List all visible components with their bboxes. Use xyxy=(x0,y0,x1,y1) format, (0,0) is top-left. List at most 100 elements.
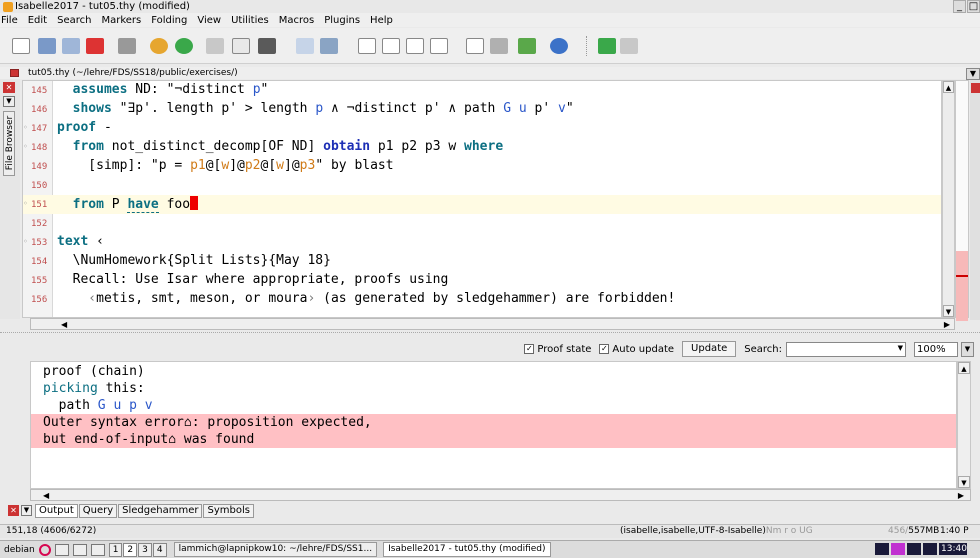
error-tick-marker[interactable] xyxy=(956,275,968,277)
menu-search[interactable]: Search xyxy=(57,15,91,26)
new-window-icon[interactable] xyxy=(358,38,376,54)
tab-output[interactable]: Output xyxy=(35,503,78,518)
close-dock-icon[interactable] xyxy=(971,83,980,93)
find-icon[interactable] xyxy=(296,38,314,54)
print-icon[interactable] xyxy=(118,38,136,54)
output-vertical-scrollbar[interactable]: ▲ ▼ xyxy=(957,361,971,489)
line-number: 150 xyxy=(31,181,48,191)
scroll-down-icon[interactable]: ▼ xyxy=(943,305,954,317)
scroll-right-icon[interactable]: ▶ xyxy=(958,491,964,500)
line-number: 145 xyxy=(31,86,48,96)
menu-view[interactable]: View xyxy=(197,15,221,26)
tray-battery-icon[interactable] xyxy=(923,543,937,555)
close-dock-icon[interactable]: ✕ xyxy=(8,505,19,516)
code-text: shows "∃p'. length p' > length p ∧ ¬dist… xyxy=(72,101,574,116)
help-icon[interactable] xyxy=(550,38,568,54)
paste-icon[interactable] xyxy=(258,38,276,54)
buffer-tab[interactable]: tut05.thy (~/lehre/FDS/SS18/public/exerc… xyxy=(0,67,970,79)
error-overview-ruler[interactable] xyxy=(955,80,969,321)
menu-help[interactable]: Help xyxy=(370,15,393,26)
workspace-3[interactable]: 3 xyxy=(138,542,152,557)
scroll-left-icon[interactable]: ◀ xyxy=(61,320,67,329)
editor-vertical-scrollbar[interactable]: ▲ ▼ xyxy=(942,80,955,318)
terminal-icon[interactable] xyxy=(72,543,87,556)
find-replace-icon[interactable] xyxy=(320,38,338,54)
pane-splitter[interactable] xyxy=(0,332,980,336)
menu-markers[interactable]: Markers xyxy=(101,15,141,26)
menu-plugins[interactable]: Plugins xyxy=(324,15,360,26)
output-panel[interactable]: proof (chain) picking this: path G u p v… xyxy=(30,361,957,489)
auto-update-checkbox[interactable]: ✓ Auto update xyxy=(599,344,674,355)
tray-network-icon[interactable] xyxy=(875,543,889,555)
reload-icon[interactable] xyxy=(62,38,80,54)
close-dock-icon[interactable]: ✕ xyxy=(3,82,15,93)
tab-query[interactable]: Query xyxy=(78,503,118,518)
window-title: Isabelle2017 - tut05.thy (modified) xyxy=(15,1,190,12)
menu-folding[interactable]: Folding xyxy=(151,15,187,26)
line-number: 153 xyxy=(23,237,53,248)
error-region-marker xyxy=(956,251,968,321)
debian-menu-label[interactable]: debian xyxy=(0,545,35,555)
taskbar-terminal-window[interactable]: lammich@lapnipkow10: ~/lehre/FDS/SS1... xyxy=(173,542,378,557)
new-file-icon[interactable] xyxy=(12,38,30,54)
output-line: proof (chain) xyxy=(43,364,145,379)
file-browser-tab[interactable]: File Browser xyxy=(3,111,15,176)
tab-sledgehammer[interactable]: Sledgehammer xyxy=(118,503,203,518)
maximize-button[interactable]: □ xyxy=(967,0,980,13)
proof-state-checkbox[interactable]: ✓ Proof state xyxy=(524,344,591,355)
scroll-right-icon[interactable]: ▶ xyxy=(944,320,950,329)
forward-icon[interactable] xyxy=(620,38,638,54)
desktop-icon[interactable] xyxy=(54,543,69,556)
zoom-field[interactable]: 100% xyxy=(914,341,958,357)
update-button[interactable]: Update xyxy=(682,341,737,357)
workspace-4[interactable]: 4 xyxy=(152,542,167,557)
tools-icon[interactable] xyxy=(490,38,508,54)
menu-macros[interactable]: Macros xyxy=(279,15,314,26)
undo-icon[interactable] xyxy=(150,38,168,54)
plugin-icon[interactable] xyxy=(518,38,536,54)
window-titlebar: Isabelle2017 - tut05.thy (modified) _ □ xyxy=(0,0,980,13)
fullscreen-icon[interactable] xyxy=(466,38,484,54)
scroll-left-icon[interactable]: ◀ xyxy=(43,491,49,500)
output-horizontal-scrollbar[interactable]: ◀ ▶ xyxy=(30,489,971,501)
tray-volume-icon[interactable] xyxy=(907,543,921,555)
unsplit-icon[interactable] xyxy=(430,38,448,54)
split-horizontal-icon[interactable] xyxy=(382,38,400,54)
close-file-icon[interactable] xyxy=(86,38,104,54)
file-icon xyxy=(10,69,19,77)
scroll-up-icon[interactable]: ▲ xyxy=(943,81,954,93)
minimize-button[interactable]: _ xyxy=(953,0,966,13)
back-icon[interactable] xyxy=(598,38,616,54)
zoom-dropdown[interactable]: ▼ xyxy=(961,341,974,357)
menu-edit[interactable]: Edit xyxy=(28,15,47,26)
scroll-up-icon[interactable]: ▲ xyxy=(958,362,970,374)
checkmark-icon: ✓ xyxy=(524,344,535,354)
scroll-down-icon[interactable]: ▼ xyxy=(958,476,970,488)
debian-swirl-icon[interactable] xyxy=(38,543,51,556)
text-editor[interactable]: 145 assumes ND: "¬distinct p" 146 shows … xyxy=(22,80,942,318)
caret-position[interactable]: 151,18 (4606/6272) xyxy=(6,526,96,536)
system-tray: 13:40 xyxy=(875,543,969,555)
workspace-1[interactable]: 1 xyxy=(108,542,123,557)
dock-menu-icon[interactable]: ▼ xyxy=(21,505,32,516)
menu-file[interactable]: File xyxy=(1,15,18,26)
split-vertical-icon[interactable] xyxy=(406,38,424,54)
taskbar-isabelle-window[interactable]: Isabelle2017 - tut05.thy (modified) xyxy=(383,542,551,557)
buffer-list-dropdown[interactable]: ▼ xyxy=(966,68,980,80)
redo-icon[interactable] xyxy=(175,38,193,54)
open-folder-icon[interactable] xyxy=(38,38,56,54)
menu-utilities[interactable]: Utilities xyxy=(231,15,269,26)
editor-line: 153 text ‹ xyxy=(23,233,941,252)
tab-symbols[interactable]: Symbols xyxy=(203,503,254,518)
workspace-2[interactable]: 2 xyxy=(123,542,138,557)
dock-menu-icon[interactable]: ▼ xyxy=(3,96,15,107)
buffer-mode[interactable]: (isabelle,isabelle,UTF-8-Isabelle)Nm r o… xyxy=(620,526,813,536)
cut-icon[interactable] xyxy=(206,38,224,54)
files-icon[interactable] xyxy=(90,543,105,556)
editor-horizontal-scrollbar[interactable]: ◀ ▶ xyxy=(30,318,955,330)
memory-indicator[interactable]: 456/557MB xyxy=(888,526,939,536)
code-text: from P have foo xyxy=(57,196,199,213)
tray-cpu-icon[interactable] xyxy=(891,543,905,555)
copy-icon[interactable] xyxy=(232,38,250,54)
search-input[interactable] xyxy=(786,341,906,357)
